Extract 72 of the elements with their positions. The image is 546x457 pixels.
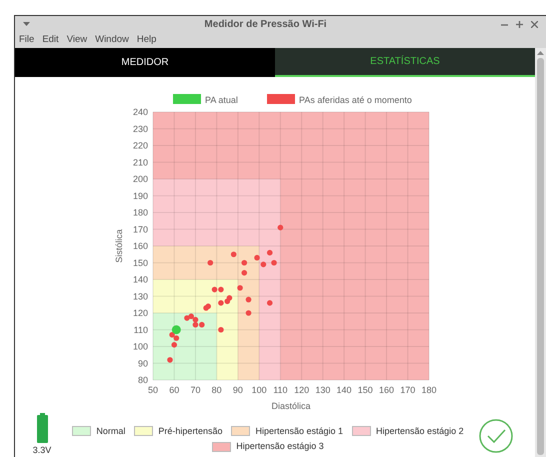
y-tick-label: 100	[132, 341, 148, 351]
legend-label: PAs aferidas até o momento	[299, 94, 412, 104]
window-title: Medidor de Pressão Wi-Fi	[203, 18, 328, 32]
data-point	[242, 270, 248, 276]
y-tick-label: 170	[132, 224, 148, 234]
legend-label: Pré-hipertensão	[158, 424, 222, 438]
y-tick-label: 150	[132, 257, 148, 268]
menu-item[interactable]: Help	[136, 32, 156, 48]
y-tick-label: 160	[132, 240, 148, 250]
legend-label: Hipertensão estágio 3	[236, 440, 324, 453]
x-tick-label: 150	[358, 384, 373, 394]
y-tick-label: 120	[132, 308, 148, 318]
maximize-icon[interactable]	[516, 20, 523, 28]
battery-voltage: 3.3V	[32, 444, 52, 456]
x-tick-label: 70	[190, 384, 200, 394]
tab[interactable]: MEDIDOR	[15, 48, 275, 76]
data-point	[230, 251, 236, 257]
data-point	[246, 310, 252, 316]
x-tick-label: 130	[315, 384, 330, 394]
y-tick-label: 90	[138, 358, 148, 368]
x-tick-label: 110	[273, 384, 288, 394]
x-tick-label: 160	[379, 384, 394, 394]
legend-swatch	[173, 94, 201, 104]
data-point	[266, 249, 273, 255]
legend-swatch	[267, 94, 295, 104]
check-circle-icon	[479, 418, 513, 452]
y-tick-label: 210	[132, 156, 148, 167]
y-axis-title: Sistólica	[114, 228, 124, 262]
menu-item[interactable]: File	[19, 32, 34, 48]
x-tick-label: 90	[232, 384, 243, 394]
x-tick-label: 180	[421, 384, 437, 394]
y-tick-label: 190	[132, 190, 148, 200]
data-point	[242, 259, 248, 266]
data-point	[237, 284, 243, 290]
y-tick-label: 230	[132, 123, 148, 134]
menu-item[interactable]: View	[66, 32, 88, 48]
data-point	[167, 356, 173, 362]
x-tick-label: 140	[336, 384, 352, 394]
x-tick-label: 170	[400, 384, 416, 394]
data-point	[266, 300, 273, 306]
y-tick-label: 140	[132, 274, 148, 284]
data-point	[271, 259, 277, 266]
scroll-up-icon[interactable]	[537, 51, 544, 55]
caret-down-icon[interactable]	[23, 22, 30, 26]
y-tick-label: 180	[132, 207, 148, 217]
y-tick-label: 240	[132, 106, 148, 116]
y-tick-label: 80	[138, 374, 148, 384]
battery-icon	[36, 412, 48, 442]
y-tick-label: 130	[132, 290, 148, 301]
menu-item[interactable]: Edit	[42, 32, 59, 48]
data-point	[218, 326, 224, 332]
y-tick-label: 220	[132, 140, 148, 150]
x-tick-label: 100	[252, 384, 267, 394]
x-axis-title: Diastólica	[272, 400, 310, 410]
close-icon[interactable]	[531, 20, 538, 28]
data-point	[246, 296, 252, 302]
y-tick-label: 200	[132, 174, 148, 184]
x-tick-label: 50	[148, 384, 158, 394]
legend-label: PA atual	[205, 94, 238, 104]
data-point	[208, 259, 214, 266]
y-tick-label: 110	[134, 324, 148, 334]
scrollbar[interactable]	[535, 48, 546, 457]
legend-label: Hipertensão estágio 1	[255, 424, 344, 438]
tab[interactable]: ESTATÍSTICAS	[275, 48, 535, 76]
menu-item[interactable]: Window	[95, 32, 129, 48]
legend-label: Hipertensão estágio 2	[376, 424, 464, 438]
data-point	[278, 224, 284, 230]
legend-label: Normal	[96, 424, 126, 438]
current-point	[172, 324, 181, 334]
x-tick-label: 80	[212, 384, 222, 394]
x-tick-label: 60	[169, 384, 180, 394]
x-tick-label: 120	[294, 384, 310, 394]
